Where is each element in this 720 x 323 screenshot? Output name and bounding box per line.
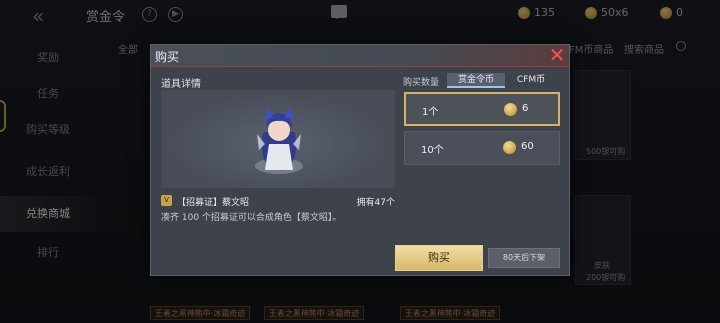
dialog-header: 购买 ✕	[151, 45, 569, 67]
option-price: 6	[522, 103, 529, 114]
item-description: 凑齐 100 个招募证可以合成角色【蔡文昭】。	[161, 213, 342, 223]
item-details-label: 道具详情	[161, 79, 201, 90]
tab-cfm-coin[interactable]: CFM币	[507, 73, 555, 88]
quantity-option-10[interactable]: 10个 60	[404, 131, 560, 165]
option-quantity: 10个	[421, 145, 444, 156]
quantity-label: 购买数量	[403, 78, 440, 88]
dialog-title: 购买	[155, 50, 180, 64]
close-button[interactable]: ✕	[545, 45, 569, 67]
expire-badge: 80天后下架	[488, 248, 560, 268]
character-portrait-icon	[255, 108, 303, 174]
purchase-dialog: 购买 ✕ 道具详情 V 【招募证】蔡文昭 拥有47个 凑齐 100 个招募证可以…	[150, 44, 570, 276]
tab-bounty-coin[interactable]: 赏金令币	[447, 73, 505, 88]
item-preview	[161, 90, 395, 188]
item-name: 【招募证】蔡文昭	[177, 198, 250, 208]
rank-badge-icon: V	[161, 195, 172, 206]
owned-count: 拥有47个	[356, 198, 395, 208]
buy-button[interactable]: 购买	[395, 245, 483, 271]
coin-icon	[503, 141, 516, 154]
item-info-line: V 【招募证】蔡文昭 拥有47个	[161, 195, 395, 208]
option-quantity: 1个	[422, 107, 439, 118]
coin-icon	[504, 103, 517, 116]
quantity-option-1[interactable]: 1个 6	[404, 92, 560, 126]
option-price: 60	[521, 141, 534, 152]
